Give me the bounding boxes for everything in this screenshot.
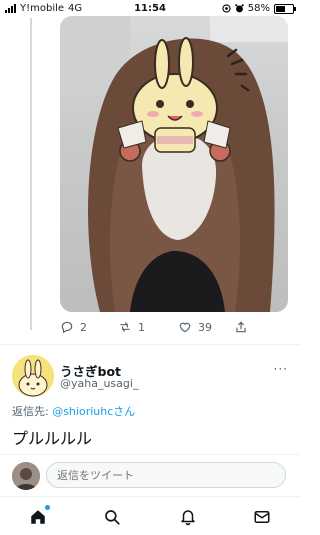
mail-icon <box>254 511 270 523</box>
tweet-photo[interactable] <box>60 16 288 312</box>
reply-icon <box>61 321 73 334</box>
tweet-text: プルルルル <box>12 429 93 448</box>
retweet-icon <box>120 322 130 332</box>
battery-percent: 58% <box>247 3 270 14</box>
search-icon <box>105 510 120 525</box>
nav-search[interactable] <box>100 505 124 529</box>
divider <box>0 344 300 345</box>
battery-icon <box>274 3 296 14</box>
user-handle[interactable]: @yaha_usagi_ <box>60 377 138 390</box>
my-avatar[interactable] <box>12 462 40 490</box>
notification-dot <box>45 505 50 510</box>
reply-to-line: 返信先: @shioriuhcさん <box>12 403 135 419</box>
share-button[interactable] <box>234 320 248 334</box>
divider <box>0 454 300 455</box>
photo-illustration <box>60 16 288 312</box>
reply-to-suffix: さん <box>113 405 136 418</box>
bottom-nav <box>0 496 300 535</box>
share-icon <box>236 321 246 333</box>
reply-input[interactable] <box>46 462 286 488</box>
status-right: 58% <box>222 3 296 14</box>
retweet-button[interactable]: 1 <box>118 320 145 334</box>
nav-home[interactable] <box>26 505 50 529</box>
reply-to-label: 返信先: <box>12 405 53 418</box>
reply-button[interactable]: 2 <box>60 320 87 334</box>
nav-messages[interactable] <box>250 505 274 529</box>
alarm-icon <box>235 4 244 13</box>
avatar[interactable] <box>12 355 54 397</box>
at-icon <box>222 4 231 13</box>
more-options-button[interactable]: ··· <box>274 362 288 376</box>
like-count: 39 <box>198 320 212 334</box>
bell-icon <box>181 510 195 526</box>
thread-line <box>30 18 32 330</box>
like-button[interactable]: 39 <box>178 320 212 334</box>
reply-to-mention[interactable]: @shioriuhc <box>52 405 113 418</box>
tweet-actions: 2 1 39 <box>60 320 280 336</box>
retweet-count: 1 <box>138 320 145 334</box>
profile-photo-icon <box>12 462 40 490</box>
bunny-avatar-icon <box>12 355 54 397</box>
home-icon <box>31 510 45 524</box>
reply-count: 2 <box>80 320 87 334</box>
nav-notifications[interactable] <box>176 505 200 529</box>
heart-icon <box>179 322 191 333</box>
